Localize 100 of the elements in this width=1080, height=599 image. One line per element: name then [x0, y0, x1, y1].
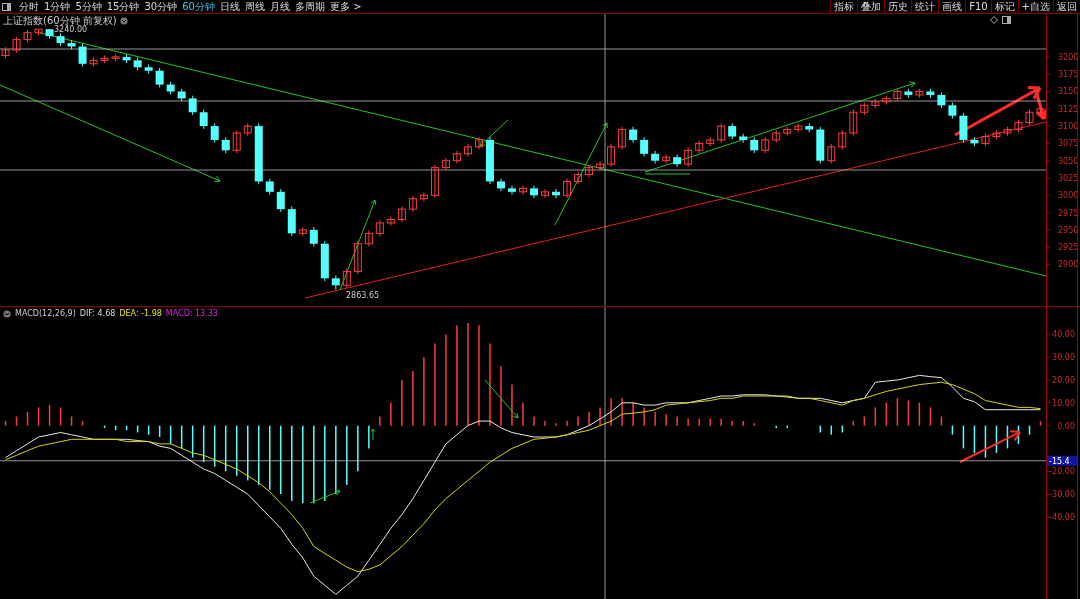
- candle: [34, 28, 43, 36]
- candle: [662, 153, 671, 164]
- candle: [816, 126, 825, 164]
- candle: [794, 122, 803, 133]
- candle: [12, 36, 21, 54]
- axis-label: 2975: [1058, 208, 1077, 218]
- low-price-label: 2863.65: [346, 291, 380, 300]
- candle: [56, 32, 65, 47]
- candle: [166, 81, 175, 95]
- tab[interactable]: 60分钟: [182, 0, 215, 13]
- candle: [430, 164, 439, 199]
- candle: [1003, 126, 1012, 137]
- axis-label: 3125: [1058, 104, 1077, 114]
- candle: [463, 143, 472, 158]
- dea-value: DEA: -1.98: [119, 309, 162, 318]
- arrow: [479, 119, 509, 147]
- candle: [684, 147, 693, 168]
- axis-label: -30.00: [1049, 490, 1075, 500]
- candle: [530, 185, 538, 199]
- tab[interactable]: 多周期: [294, 0, 325, 13]
- candle: [45, 28, 54, 40]
- axis-label: 3200: [1058, 52, 1077, 62]
- candle: [210, 122, 219, 144]
- candle: [915, 88, 924, 99]
- candle: [199, 109, 208, 130]
- tab[interactable]: 月线: [269, 0, 290, 13]
- candle: [871, 98, 880, 109]
- candle: [397, 205, 406, 223]
- candle: [772, 129, 781, 144]
- candle: [585, 164, 594, 178]
- candle: [1025, 109, 1034, 126]
- diamond-icon[interactable]: [990, 16, 998, 24]
- tab[interactable]: 分时: [19, 0, 39, 13]
- tab[interactable]: 周线: [244, 0, 265, 13]
- dropdown-icon[interactable]: [119, 17, 128, 25]
- axis-label: 3100: [1058, 122, 1077, 132]
- candle: [1036, 105, 1045, 116]
- candle: [948, 102, 957, 119]
- panel-icon[interactable]: [2, 2, 11, 11]
- candle: [673, 153, 682, 168]
- axis-label: 3050: [1058, 156, 1077, 166]
- candle: [926, 88, 935, 99]
- chart-title: 上证指数(60分钟 前复权): [3, 14, 117, 27]
- candle: [970, 136, 979, 147]
- candle: [342, 268, 351, 289]
- arrow: [309, 489, 341, 504]
- candle: [100, 55, 109, 64]
- candle: [838, 129, 847, 151]
- candle: [849, 109, 858, 137]
- candle: [276, 188, 285, 213]
- axis-label: 10.00: [1052, 398, 1075, 408]
- candle: [860, 102, 869, 116]
- candle: [728, 122, 737, 140]
- candle: [364, 230, 373, 247]
- candle: [541, 188, 549, 199]
- toolbar-button[interactable]: +自选: [1017, 0, 1053, 13]
- tab[interactable]: 日线: [219, 0, 240, 13]
- candle: [474, 136, 483, 151]
- candle: [992, 129, 1001, 140]
- dif-value: DIF: 4.68: [79, 309, 116, 318]
- axis-label: -40.00: [1049, 512, 1075, 522]
- candle: [419, 192, 428, 202]
- candle: [882, 95, 891, 106]
- candle: [981, 133, 990, 147]
- candle: [904, 88, 913, 99]
- candle: [717, 122, 726, 144]
- axis-label: 2900: [1058, 260, 1077, 270]
- dropdown-icon[interactable]: [3, 309, 11, 318]
- candle: [1, 46, 10, 59]
- candle: [221, 136, 230, 154]
- axis-label: 3175: [1058, 70, 1077, 80]
- axis-label: -20.00: [1049, 467, 1075, 477]
- tab[interactable]: 1分钟: [44, 0, 71, 13]
- candle: [232, 129, 241, 154]
- candle: [1014, 119, 1023, 133]
- candle: [23, 29, 32, 43]
- candle: [111, 53, 120, 62]
- tab[interactable]: 5分钟: [75, 0, 102, 13]
- tab[interactable]: 15分钟: [106, 0, 140, 13]
- axis-label: 2925: [1058, 243, 1077, 253]
- candle: [441, 157, 450, 171]
- candle: [155, 67, 164, 88]
- candle: [695, 140, 704, 154]
- candle: [574, 171, 583, 185]
- candle: [706, 136, 715, 147]
- panel-icon[interactable]: [1002, 16, 1011, 24]
- toolbar-button[interactable]: 标记: [990, 0, 1018, 13]
- macd-value: MACD: 13.33: [165, 309, 218, 318]
- tab[interactable]: 30分钟: [144, 0, 178, 13]
- candle: [67, 39, 76, 50]
- arrow: [484, 379, 519, 419]
- axis-label: 3150: [1058, 87, 1077, 97]
- high-price-label: 3240.00: [54, 25, 88, 34]
- candle: [596, 160, 605, 171]
- cursor-value-label: -15.4: [1047, 455, 1077, 466]
- axis-label: 3075: [1058, 139, 1077, 149]
- candle: [640, 136, 649, 158]
- candle: [298, 226, 307, 237]
- tab[interactable]: 更多 >: [329, 0, 362, 13]
- arrow: [370, 428, 376, 441]
